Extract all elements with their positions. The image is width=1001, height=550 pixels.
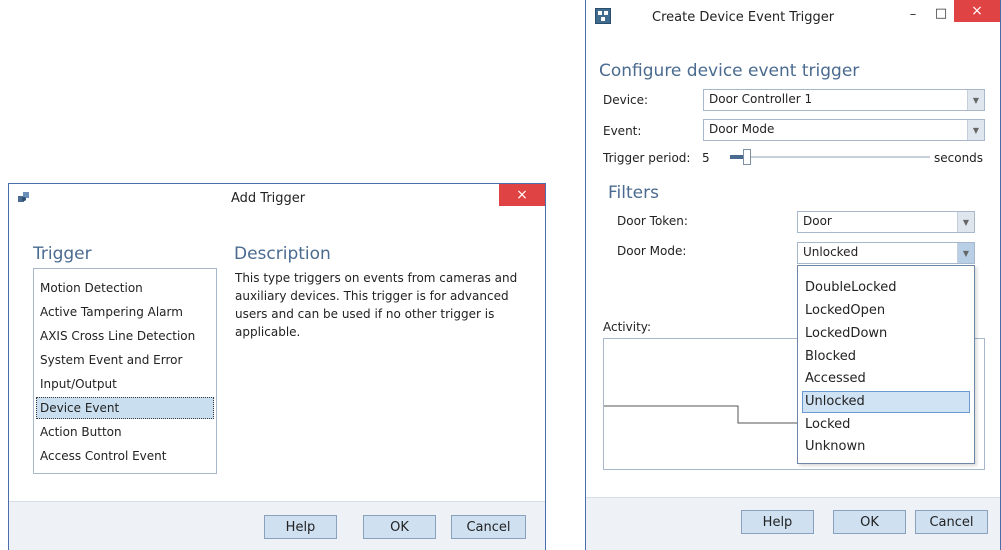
help-button[interactable]: Help [264,515,337,539]
door-mode-option-blocked[interactable]: Blocked [802,346,970,368]
door-mode-dropdown[interactable]: DoubleLocked LockedOpen LockedDown Block… [797,265,975,464]
chevron-down-icon[interactable]: ▼ [957,212,974,232]
trigger-item-active-tampering-alarm[interactable]: Active Tampering Alarm [36,301,214,323]
add-trigger-titlebar[interactable]: Add Trigger × [9,184,545,212]
trigger-item-motion-detection[interactable]: Motion Detection [36,277,214,299]
slider-thumb[interactable] [743,149,751,165]
puzzle-icon [17,191,31,205]
minimize-button[interactable]: – [898,3,928,25]
device-event-titlebar[interactable]: Create Device Event Trigger – □ × [586,0,1000,34]
door-mode-option-accessed[interactable]: Accessed [802,368,970,390]
trigger-item-access-control-event[interactable]: Access Control Event [36,445,214,467]
device-event-window: Create Device Event Trigger – □ × Config… [585,0,1001,550]
trigger-item-input-output[interactable]: Input/Output [36,373,214,395]
door-mode-option-locked[interactable]: Locked [802,414,970,436]
ok-button[interactable]: OK [363,515,436,539]
chevron-down-icon[interactable]: ▼ [957,243,974,263]
door-mode-value: Unlocked [803,245,859,259]
close-button[interactable]: × [954,0,1000,22]
device-label: Device: [603,93,649,107]
add-trigger-footer: Help OK Cancel [9,501,545,550]
door-mode-option-lockeddown[interactable]: LockedDown [802,323,970,345]
network-icon [595,8,611,24]
door-mode-select[interactable]: Unlocked ▼ [797,242,975,264]
add-trigger-window: Add Trigger × Trigger Description Motion… [8,183,546,550]
filters-heading: Filters [608,183,659,203]
maximize-button[interactable]: □ [926,2,956,24]
trigger-item-action-button[interactable]: Action Button [36,421,214,443]
chevron-down-icon[interactable]: ▼ [967,120,984,140]
trigger-item-axis-cross-line-detection[interactable]: AXIS Cross Line Detection [36,325,214,347]
ok-button[interactable]: OK [833,510,906,534]
device-value: Door Controller 1 [709,92,813,106]
door-mode-option-unlocked[interactable]: Unlocked [802,391,970,413]
device-select[interactable]: Door Controller 1 ▼ [703,89,985,111]
window-title: Add Trigger [231,191,306,206]
trigger-period-label: Trigger period: [603,151,691,165]
event-select[interactable]: Door Mode ▼ [703,119,985,141]
door-mode-label: Door Mode: [617,244,687,258]
door-mode-option-doublelocked[interactable]: DoubleLocked [802,277,970,299]
trigger-list[interactable]: Motion Detection Active Tampering Alarm … [33,268,217,474]
event-value: Door Mode [709,122,775,136]
cancel-button[interactable]: Cancel [451,515,526,539]
device-event-footer: Help OK Cancel [586,497,1000,550]
door-mode-option-lockedopen[interactable]: LockedOpen [802,300,970,322]
door-token-select[interactable]: Door ▼ [797,211,975,233]
trigger-item-device-event[interactable]: Device Event [36,397,214,419]
door-token-label: Door Token: [617,214,688,228]
door-token-value: Door [803,214,832,228]
close-button[interactable]: × [499,184,545,206]
window-title: Create Device Event Trigger [652,10,835,25]
activity-label: Activity: [603,320,652,334]
door-mode-option-unknown[interactable]: Unknown [802,436,970,458]
trigger-period-slider[interactable] [730,149,930,165]
help-button[interactable]: Help [741,510,814,534]
trigger-item-system-event-and-error[interactable]: System Event and Error [36,349,214,371]
description-heading: Description [234,244,331,264]
chevron-down-icon[interactable]: ▼ [967,90,984,110]
event-label: Event: [603,124,642,138]
description-text: This type triggers on events from camera… [235,271,518,339]
cancel-button[interactable]: Cancel [915,510,988,534]
trigger-heading: Trigger [33,244,92,264]
configure-heading: Configure device event trigger [599,61,860,81]
trigger-period-value: 5 [702,151,710,165]
trigger-period-unit: seconds [934,151,984,165]
slider-track [730,156,930,158]
